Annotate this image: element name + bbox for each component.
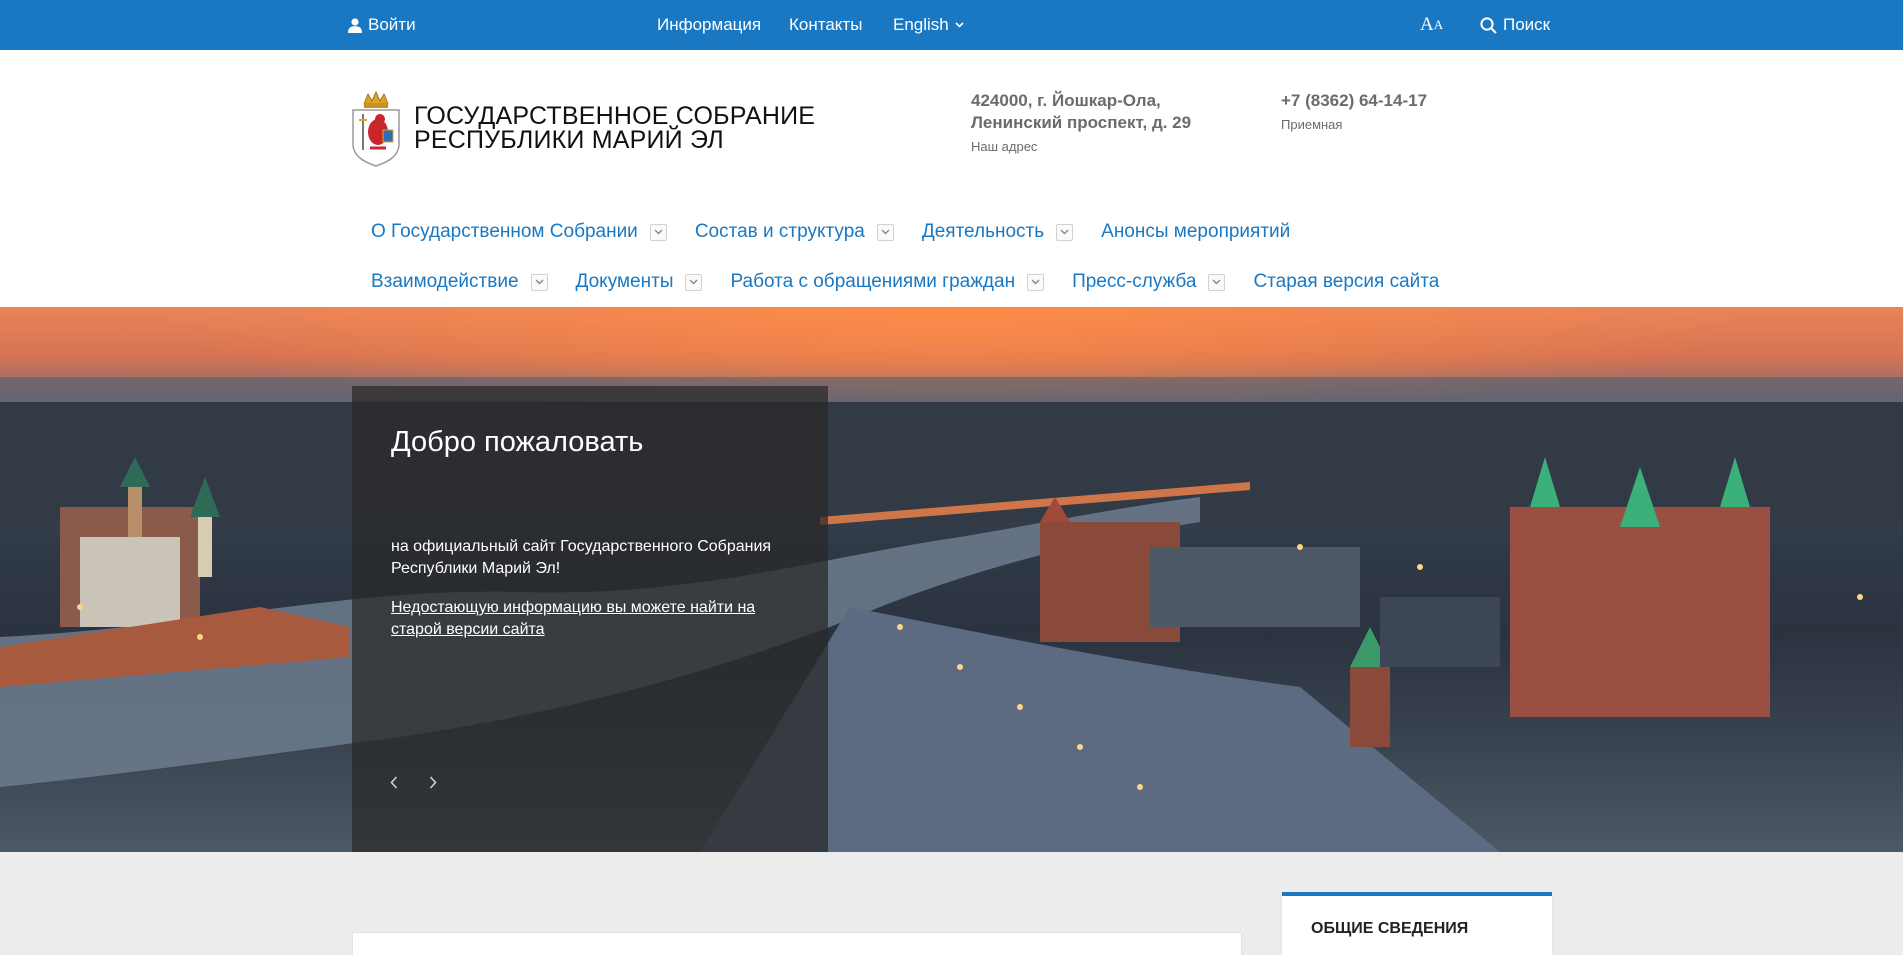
login-label: Войти xyxy=(368,15,416,34)
address-caption: Наш адрес xyxy=(971,139,1038,154)
nav-item-appeals[interactable]: Работа с обращениями граждан xyxy=(730,271,1045,293)
hero-slider: Добро пожаловать на официальный сайт Гос… xyxy=(0,307,1903,852)
chevron-left-icon xyxy=(390,776,398,789)
nav-item-about[interactable]: О Государственном Собрании xyxy=(371,221,667,243)
slider-prev-button[interactable] xyxy=(390,776,414,800)
nav-item-label: Документы xyxy=(575,271,674,292)
hero-text: на официальный сайт Государственного Соб… xyxy=(391,538,772,577)
old-site-link[interactable]: Недостающую информацию вы можете найти н… xyxy=(391,597,801,641)
nav-item-label: Деятельность xyxy=(921,221,1045,242)
top-bar-inner: Войти Информация Контакты English AA Пои… xyxy=(348,0,1552,50)
address-line1: 424000, г. Йошкар-Ола, xyxy=(971,91,1161,110)
chevron-down-icon[interactable] xyxy=(1027,273,1045,291)
nav-item-label: Пресс-служба xyxy=(1072,271,1197,292)
language-label: English xyxy=(893,15,949,34)
chevron-down-icon[interactable] xyxy=(685,273,703,291)
font-size-icon-small: A xyxy=(1433,17,1444,32)
nav-item-old-site[interactable]: Старая версия сайта xyxy=(1253,271,1439,293)
address-line2: Ленинский проспект, д. 29 xyxy=(971,113,1192,132)
nav-item-events[interactable]: Анонсы мероприятий xyxy=(1101,221,1290,243)
phone-caption: Приемная xyxy=(1281,117,1343,132)
chevron-down-icon xyxy=(955,22,964,28)
nav-item-structure[interactable]: Состав и структура xyxy=(695,221,894,243)
main-nav-row-2: Взаимодействие Документы Работа с обраще… xyxy=(371,268,1467,296)
site-title-line1: Государственное Собрание xyxy=(414,102,816,130)
nav-item-label: Анонсы мероприятий xyxy=(1101,221,1291,242)
contacts-link[interactable]: Контакты xyxy=(789,0,862,50)
search-label: Поиск xyxy=(1503,15,1551,34)
nav-item-activity[interactable]: Деятельность xyxy=(921,221,1074,243)
nav-item-interaction[interactable]: Взаимодействие xyxy=(371,271,548,293)
site-title[interactable]: Государственное Собрание Республики Мари… xyxy=(414,102,816,154)
site-header: Государственное Собрание Республики Мари… xyxy=(0,50,1903,307)
chevron-down-icon[interactable] xyxy=(1208,273,1226,291)
address-block: 424000, г. Йошкар-Ола, Ленинский проспек… xyxy=(971,90,1191,158)
nav-item-label: Старая версия сайта xyxy=(1253,271,1440,292)
nav-item-label: О Государственном Собрании xyxy=(371,221,638,242)
chevron-down-icon[interactable] xyxy=(530,273,548,291)
login-button[interactable]: Войти xyxy=(348,0,416,50)
nav-item-documents[interactable]: Документы xyxy=(576,271,703,293)
general-info-title[interactable]: ОБЩИЕ СВЕДЕНИЯ xyxy=(1311,920,1468,938)
general-info-card: ОБЩИЕ СВЕДЕНИЯ xyxy=(1282,892,1552,955)
font-size-button[interactable]: AA xyxy=(1420,0,1443,50)
language-selector[interactable]: English xyxy=(893,0,964,50)
chevron-down-icon[interactable] xyxy=(876,223,894,241)
nav-item-label: Работа с обращениями граждан xyxy=(730,271,1016,292)
coat-of-arms-logo[interactable] xyxy=(350,90,402,168)
slider-next-button[interactable] xyxy=(429,776,453,800)
nav-item-label: Состав и структура xyxy=(694,221,865,242)
chevron-down-icon[interactable] xyxy=(1056,223,1074,241)
chevron-down-icon[interactable] xyxy=(649,223,667,241)
search-button[interactable]: Поиск xyxy=(1480,0,1550,50)
nav-item-label: Взаимодействие xyxy=(371,271,519,292)
font-size-icon: A xyxy=(1420,14,1434,35)
nav-item-press[interactable]: Пресс-служба xyxy=(1072,271,1226,293)
site-title-line2: Республики Марий Эл xyxy=(414,126,724,154)
hero-caption-panel: Добро пожаловать на официальный сайт Гос… xyxy=(352,386,828,852)
search-icon xyxy=(1480,16,1497,34)
city-panorama-image xyxy=(0,377,1903,852)
hero-title: Добро пожаловать xyxy=(391,426,644,458)
main-nav-row-1: О Государственном Собрании Состав и стру… xyxy=(371,218,1318,246)
user-icon xyxy=(348,17,362,33)
news-content-card xyxy=(352,932,1242,955)
phone-number[interactable]: +7 (8362) 64-14-17 xyxy=(1281,90,1427,112)
phone-block: +7 (8362) 64-14-17 Приемная xyxy=(1281,90,1427,136)
info-link[interactable]: Информация xyxy=(657,0,761,50)
chevron-right-icon xyxy=(429,776,437,789)
coat-of-arms-icon xyxy=(352,90,400,167)
top-bar: Войти Информация Контакты English AA Пои… xyxy=(0,0,1903,50)
